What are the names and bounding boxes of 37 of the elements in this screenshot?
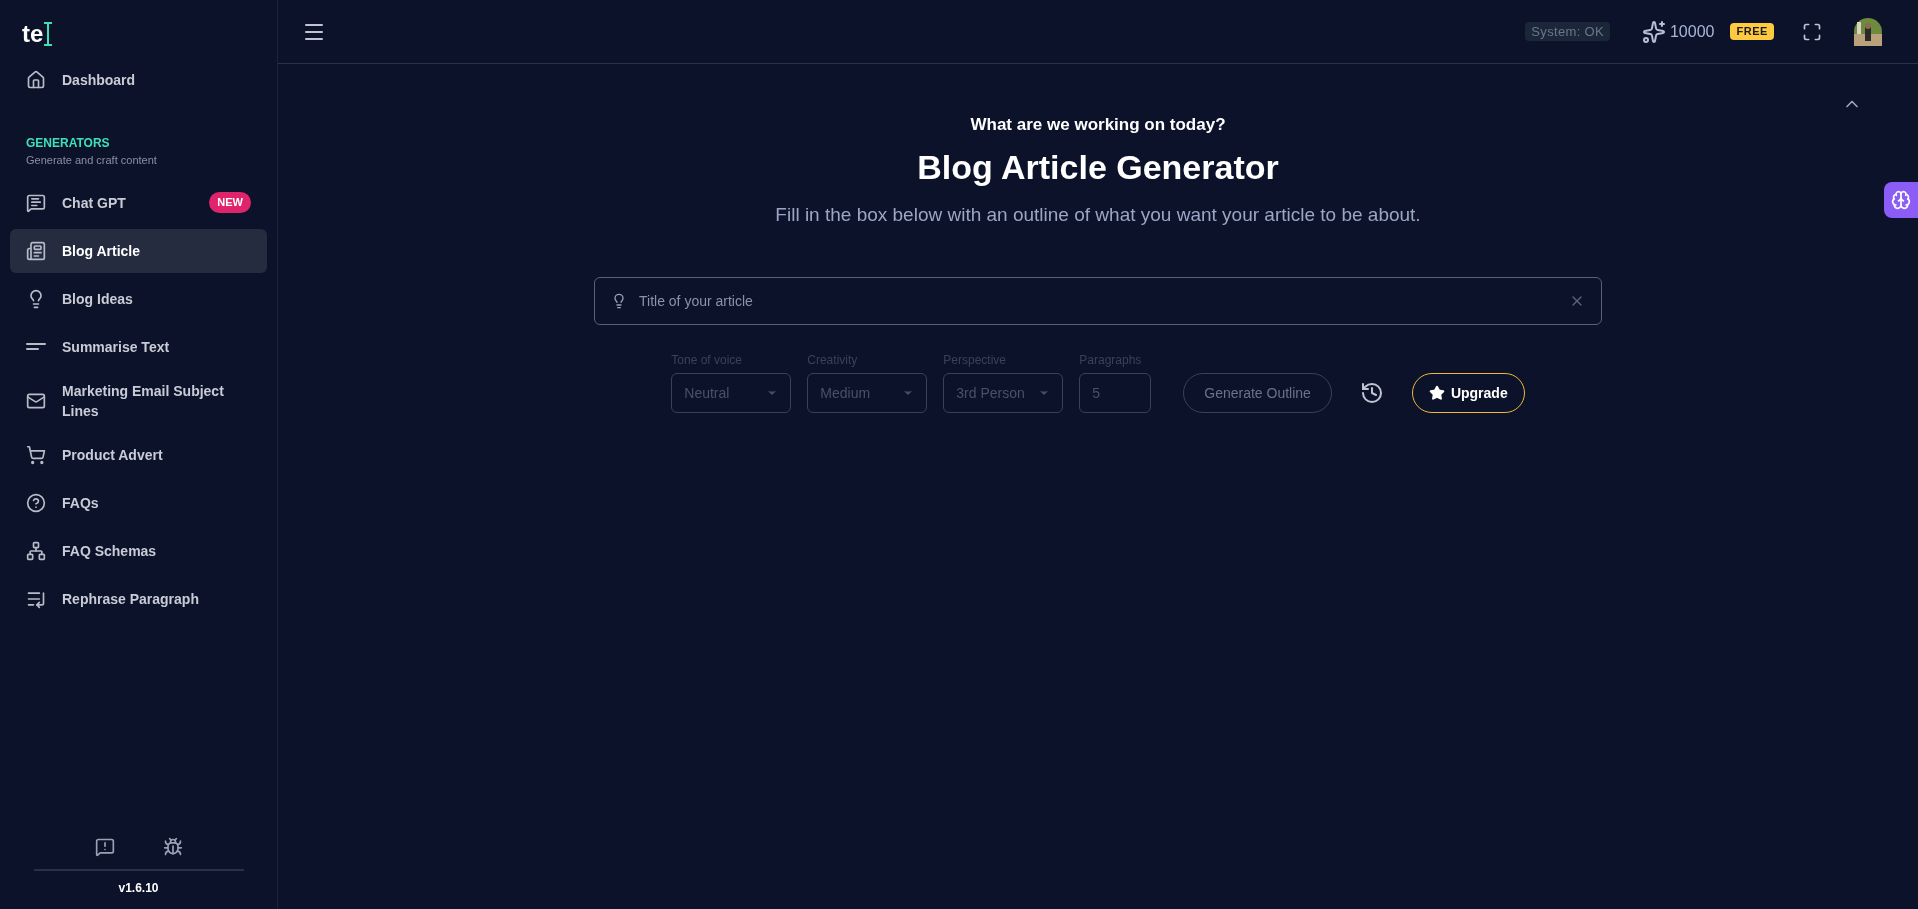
sidebar-item[interactable]: Rephrase Paragraph [10,576,267,621]
brain-icon[interactable] [1884,182,1918,218]
lines-icon [26,343,46,350]
sidebar-item[interactable]: FAQ Schemas [10,528,267,573]
chat-icon [26,192,46,213]
sparkle-icon [1641,19,1666,44]
section-title: GENERATORS [26,135,111,152]
title-field-frame[interactable]: Title of your article [594,277,1602,325]
logo: te [22,22,44,46]
sidebar-item[interactable]: Chat GPT NEW [10,180,267,225]
sidebar-item[interactable]: Dashboard [10,58,267,102]
lightbulb-icon [611,293,627,309]
fullscreen-icon[interactable] [1802,21,1822,42]
credits-count: 10000 [1669,21,1715,42]
sidebar-item[interactable]: Product Advert [10,432,267,477]
star-icon [1428,385,1445,401]
page-description: Fill in the box below with an outline of what you want your article to be about. [775,202,1421,227]
cursor-icon [43,22,54,46]
home-icon [26,70,46,90]
page-kicker: What are we working on today? [970,114,1226,136]
title-field[interactable]: Title of your article [639,290,1557,312]
plan-badge: FREE [1730,23,1774,40]
section-subtitle: Generate and craft content [26,153,158,168]
version-label: v1.6.10 [118,880,159,897]
bug-icon[interactable] [162,837,183,857]
sidebar-item[interactable]: FAQs [10,480,267,525]
page-title: Blog Article Generator [917,146,1279,188]
sidebar-item[interactable]: Blog Article [10,228,267,273]
sidebar-item[interactable]: Marketing Email Subject Lines [10,372,267,429]
hierarchy-icon [26,540,46,561]
question-icon [26,492,46,513]
new-badge: NEW [209,192,251,213]
newspaper-icon [26,240,46,261]
cart-icon [26,444,46,465]
sidebar-item[interactable]: Blog Ideas [10,276,267,321]
sidebar-item[interactable]: Summarise Text [10,324,267,369]
system-status: System: OK [1525,21,1610,42]
